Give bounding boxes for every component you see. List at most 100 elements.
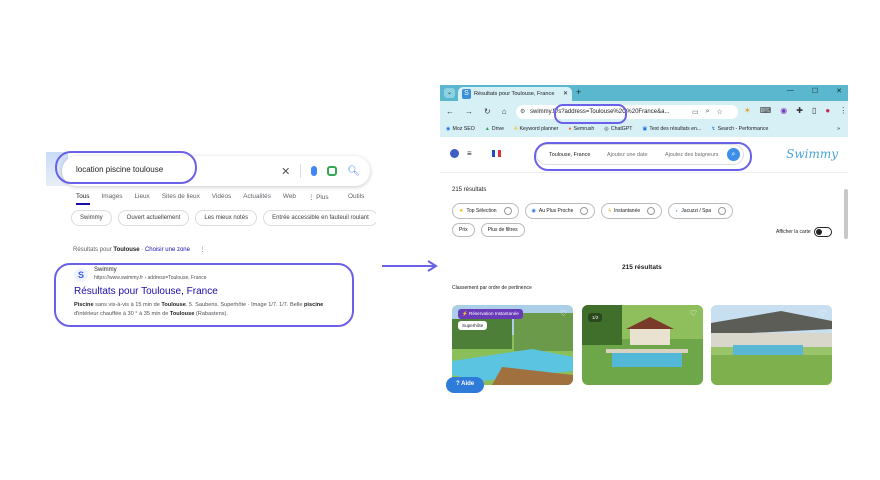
zoom-icon[interactable]: ⌕ (706, 108, 710, 116)
browser-tab[interactable]: S Résultats pour Toulouse, France ✕ (458, 87, 572, 101)
scrollbar[interactable] (844, 189, 848, 239)
bookmark-icon: ◎ (604, 126, 609, 132)
reload-icon[interactable]: ↻ (484, 107, 491, 116)
bookmark[interactable]: ▲ Drive (485, 126, 504, 137)
favorite-heart-icon[interactable]: ♡ (560, 309, 567, 318)
price-filter[interactable]: Prix (452, 223, 475, 237)
close-tab-icon[interactable]: ✕ (563, 90, 568, 97)
map-toggle-label: Afficher la carte (776, 229, 811, 235)
more-options-icon[interactable]: ⋮ (200, 247, 206, 253)
extension-icon[interactable]: ⌨︎ (760, 106, 772, 115)
clear-icon[interactable]: ✕ (281, 165, 290, 178)
results-count: 215 résultats (452, 187, 487, 193)
cast-icon[interactable]: ▭ (692, 108, 699, 116)
tab-places[interactable]: Lieux (134, 193, 149, 205)
tab-images[interactable]: Images (102, 193, 123, 205)
bookmark[interactable]: ▣ Test des résultats en... (642, 126, 701, 137)
tab-strip: ⌄ S Résultats pour Toulouse, France ✕ + … (440, 85, 848, 101)
microphone-icon[interactable] (311, 166, 318, 176)
bookmark[interactable]: ● Semrush (568, 126, 594, 137)
highlight-url-address (554, 104, 627, 124)
swimmy-tab-icon: S (462, 89, 471, 99)
bubbles-icon: ∘ (675, 208, 679, 214)
filter-closest[interactable]: ◉ Au Plus Proche (524, 203, 596, 219)
chip[interactable]: Les mieux notés (195, 210, 258, 226)
bookmark[interactable]: A Keyword planner (514, 126, 558, 137)
sort-label: Classement par ordre de pertinence (452, 285, 532, 291)
filter-top-selection[interactable]: ★ Top Sélection (452, 203, 519, 219)
tab-all[interactable]: Tous (76, 193, 90, 205)
maximize-icon[interactable]: ☐ (812, 87, 818, 95)
swimmy-logo[interactable]: Swimmy (786, 147, 838, 161)
divider (300, 164, 302, 178)
bookmark-icon: A (513, 126, 518, 132)
tab-videos[interactable]: Vidéos (212, 193, 231, 205)
bookmark[interactable]: ↯ Search - Performance (711, 126, 768, 137)
tab-title: Résultats pour Toulouse, France (474, 91, 555, 97)
highlight-search-query (55, 151, 197, 184)
favorite-heart-icon[interactable]: ♡ (819, 309, 826, 318)
help-button[interactable]: ? Aide (446, 377, 484, 393)
superhost-badge: Superhôte (458, 321, 488, 330)
extension-icon[interactable]: ◉ (780, 106, 787, 115)
site-info-icon[interactable]: ⚙︎ (520, 108, 525, 115)
close-window-icon[interactable]: ✕ (836, 87, 842, 95)
chip[interactable]: Ouvert actuellement (117, 210, 190, 226)
star-icon: ★ (459, 208, 464, 214)
minimize-icon[interactable]: — (787, 87, 794, 95)
results-for-place: Toulouse (113, 247, 140, 253)
sidebar-icon[interactable]: ▯ (812, 106, 816, 115)
choose-zone-link[interactable]: Choisir une zone (145, 247, 190, 253)
location-icon: ◉ (531, 208, 536, 214)
filter-row-2: Prix Plus de filtres (452, 223, 525, 237)
google-lens-icon[interactable] (327, 166, 338, 176)
pool-photo (711, 305, 832, 385)
highlight-search-result (54, 263, 354, 327)
more-bookmarks-icon[interactable]: » (837, 126, 840, 137)
chrome-menu-icon[interactable]: ⋮ (839, 106, 847, 115)
browser-window: ⌄ S Résultats pour Toulouse, France ✕ + … (440, 85, 848, 395)
tab-web[interactable]: Web (283, 193, 296, 205)
tools-button[interactable]: Outils (348, 193, 364, 200)
refinement-chips: Swimmy Ouvert actuellement Les mieux not… (71, 210, 376, 226)
bookmark-icon: ↯ (711, 126, 716, 132)
bookmark-icon: ◉ (446, 126, 451, 132)
listing-card[interactable]: 1/2 ♡ (582, 305, 703, 385)
filter-jacuzzi[interactable]: ∘ Jacuzzi / Spa (668, 203, 734, 219)
listing-card[interactable]: ⚡ Réservation Instantanée Superhôte ♡ (452, 305, 573, 385)
results-for-label: Résultats pour (73, 247, 114, 253)
tab-place-sites[interactable]: Sites de lieux (162, 193, 200, 205)
instant-booking-badge: ⚡ Réservation Instantanée (458, 309, 523, 319)
search-icon[interactable]: 🔍︎ (347, 166, 360, 177)
menu-icon[interactable]: ≡ (467, 149, 472, 158)
tab-news[interactable]: Actualités (243, 193, 271, 205)
profile-avatar[interactable]: ● (825, 106, 830, 115)
bookmark-star-icon[interactable]: ☆ (717, 108, 723, 116)
chip[interactable]: Entrée accessible en fauteuil roulant (263, 210, 376, 226)
map-toggle[interactable] (814, 227, 832, 237)
search-tabs: Tous Images Lieux Sites de lieux Vidéos … (76, 193, 329, 205)
browser-toolbar: ← → ↻ ⌂ ⚙︎ swimmy.fr/s?address=Toulouse%… (440, 101, 848, 123)
filter-row: ★ Top Sélection ◉ Au Plus Proche ϟ Instanta… (452, 203, 734, 219)
forward-icon[interactable]: → (465, 107, 473, 116)
home-icon[interactable]: ⌂ (502, 107, 507, 116)
back-icon[interactable]: ← (446, 107, 454, 116)
bolt-icon: ϟ (608, 208, 612, 214)
bookmark[interactable]: ◉ Moz SEO (446, 126, 475, 137)
favorite-heart-icon[interactable]: ♡ (690, 309, 697, 318)
extensions-puzzle-icon[interactable]: ✚ (796, 106, 803, 115)
french-flag-icon[interactable] (491, 150, 501, 157)
globe-icon[interactable] (450, 149, 459, 158)
results-location-line: Résultats pour Toulouse · Choisir une zo… (73, 246, 206, 253)
new-tab-icon[interactable]: + (576, 87, 581, 97)
arrow-icon (382, 260, 438, 272)
chip[interactable]: Swimmy (71, 210, 112, 226)
extension-icon[interactable]: ✶ (744, 106, 751, 115)
more-filters[interactable]: Plus de filtres (480, 223, 525, 237)
tab-search-icon[interactable]: ⌄ (444, 88, 455, 98)
tab-more[interactable]: ⋮ Plus (308, 193, 329, 205)
listing-card[interactable]: ♡ (711, 305, 832, 385)
filter-instant[interactable]: ϟ Instantanée (601, 203, 663, 219)
bookmark[interactable]: ◎ ChatGPT (604, 126, 632, 137)
bookmark-icon: ● (568, 126, 572, 132)
